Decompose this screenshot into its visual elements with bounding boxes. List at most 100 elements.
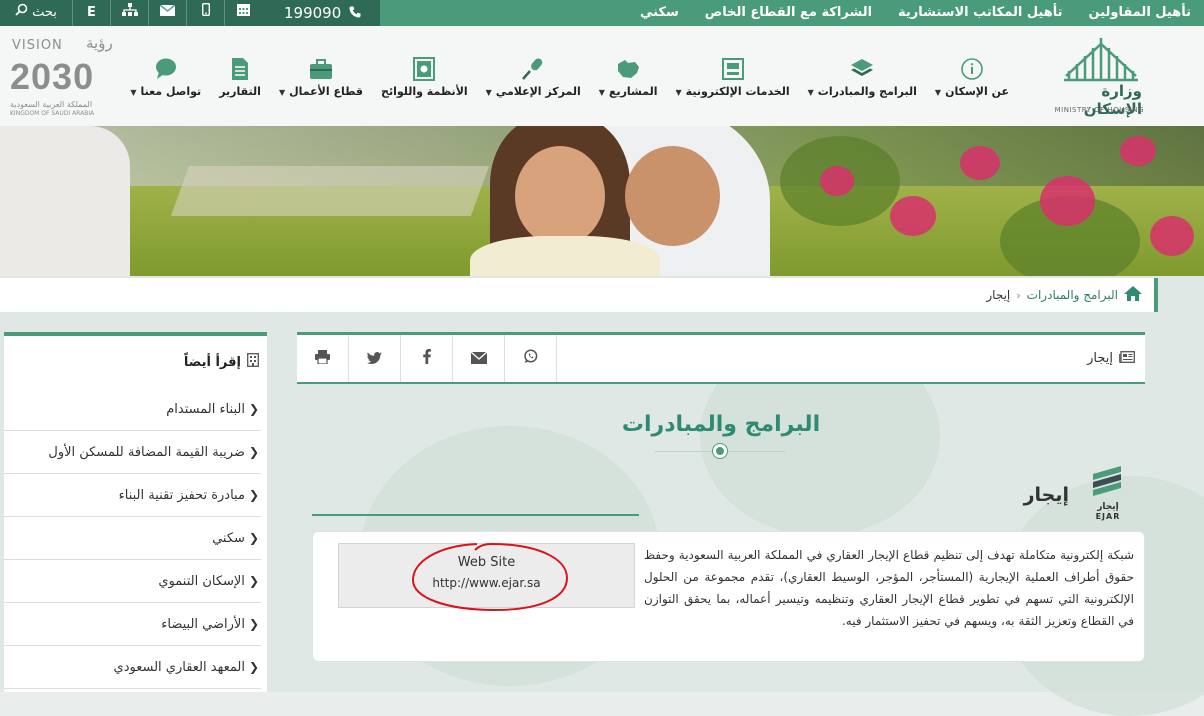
chevron-left-icon: ❮ xyxy=(248,445,259,459)
breadcrumb-link-programs[interactable]: البرامج والمبادرات xyxy=(1027,288,1118,302)
sidebar-item-vat[interactable]: ❮ ضريبة القيمة المضافة للمسكن الأول xyxy=(4,431,261,474)
main-nav: عن الإسكان▼ البرامج والمبادرات▼ الخدمات … xyxy=(121,26,1018,126)
sidebar-item-label: المعهد العقاري السعودي xyxy=(113,659,245,675)
ejar-logo-text-ar: إيجار xyxy=(1097,502,1119,512)
ejar-description: شبكة إلكترونية متكاملة تهدف إلى تنظيم قط… xyxy=(644,548,1134,628)
nav-item-reports[interactable]: التقارير xyxy=(210,26,270,126)
eservices-icon xyxy=(721,56,744,82)
envelope-icon xyxy=(159,0,176,26)
phone-number-text: 199090 xyxy=(284,4,342,22)
nav-item-regulations[interactable]: الأنظمة واللوائح xyxy=(372,26,477,126)
nav-item-contact[interactable]: تواصل معنا▼ xyxy=(121,26,210,126)
top-links: تأهيل المقاولين تأهيل المكاتب الاستشارية… xyxy=(627,0,1204,26)
nav-item-about[interactable]: عن الإسكان▼ xyxy=(926,26,1018,126)
caret-down-icon: ▼ xyxy=(807,88,814,97)
nav-item-eservices[interactable]: الخدمات الإلكترونية▼ xyxy=(667,26,799,126)
caret-down-icon: ▼ xyxy=(485,88,492,97)
whatsapp-share-button[interactable] xyxy=(505,335,557,382)
website-box: Web Site http://www.ejar.sa xyxy=(338,542,635,612)
page-title: البرامج والمبادرات xyxy=(621,412,821,437)
mobile-button[interactable] xyxy=(186,0,224,26)
section-title: إيجار xyxy=(1023,484,1069,506)
envelope-icon xyxy=(470,349,487,368)
top-bar: تأهيل المقاولين تأهيل المكاتب الاستشارية… xyxy=(0,0,1204,26)
nav-item-media[interactable]: المركز الإعلامي▼ xyxy=(477,26,590,126)
sidebar-item-sakani[interactable]: ❮ سكني xyxy=(4,517,261,560)
language-label: E xyxy=(87,5,96,20)
vision-2030-logo[interactable]: VISION رؤية 2030 المملكة العربية السعودي… xyxy=(10,34,120,118)
nav-item-business[interactable]: قطاع الأعمال▼ xyxy=(270,26,372,126)
sidebar-header: إقرأ أيضاً xyxy=(4,336,267,388)
breadcrumb-current: إيجار xyxy=(986,288,1011,302)
building-icon xyxy=(247,353,259,371)
search-icon xyxy=(15,0,28,26)
twitter-share-button[interactable] xyxy=(349,335,401,382)
print-button[interactable] xyxy=(297,335,349,382)
ejar-mark-icon xyxy=(1093,466,1121,496)
email-button[interactable] xyxy=(148,0,186,26)
vision-arabic: رؤية xyxy=(86,34,113,52)
top-link-consulting-offices[interactable]: تأهيل المكاتب الاستشارية xyxy=(885,0,1075,26)
email-share-button[interactable] xyxy=(453,335,505,382)
nav-label-reports: التقارير xyxy=(219,85,261,98)
vision-label: VISION xyxy=(12,38,63,53)
nav-label-eservices: الخدمات الإلكترونية xyxy=(685,85,790,98)
chevron-left-icon: ❮ xyxy=(248,402,259,416)
facebook-share-button[interactable] xyxy=(401,335,453,382)
page-tag-label: إيجار xyxy=(1087,351,1113,366)
briefcase-icon xyxy=(309,56,333,82)
calendar-button[interactable] xyxy=(224,0,262,26)
chevron-left-icon: ❮ xyxy=(248,574,259,588)
ministry-logo[interactable]: وزارة الإسكان MINISTRY OF HOUSING xyxy=(1054,36,1148,120)
caret-down-icon: ▼ xyxy=(278,88,286,97)
chevron-left-icon: ❮ xyxy=(248,660,259,674)
hero-banner-image xyxy=(0,126,1204,276)
ejar-logo-text-en: EJAR xyxy=(1095,512,1121,521)
sidebar-item-sustainable-building[interactable]: ❮ البناء المستدام xyxy=(4,388,261,431)
nav-item-projects[interactable]: المشاريع▼ xyxy=(590,26,667,126)
info-icon xyxy=(961,56,983,82)
caret-down-icon: ▼ xyxy=(598,88,605,97)
breadcrumb: البرامج والمبادرات ‹ إيجار xyxy=(0,278,1158,312)
sidebar-item-building-tech[interactable]: ❮ مبادرة تحفيز تقنية البناء xyxy=(4,474,261,517)
search-label: بحث xyxy=(32,5,57,20)
sidebar-title: إقرأ أيضاً xyxy=(183,354,241,370)
caret-down-icon: ▼ xyxy=(130,88,137,97)
sidebar-item-label: الأراضي البيضاء xyxy=(161,616,245,632)
ministry-name-en: MINISTRY OF HOUSING xyxy=(1054,106,1144,114)
sidebar-item-real-estate-institute[interactable]: ❮ المعهد العقاري السعودي xyxy=(4,646,261,689)
nav-label-programs: البرامج والمبادرات xyxy=(817,85,917,98)
home-icon[interactable] xyxy=(1124,286,1142,304)
phone-number[interactable]: 199090 xyxy=(262,0,361,26)
sitemap-icon xyxy=(121,0,138,26)
sitemap-button[interactable] xyxy=(110,0,148,26)
nav-item-programs[interactable]: البرامج والمبادرات▼ xyxy=(799,26,926,126)
calendar-icon xyxy=(237,0,250,26)
mobile-phone-icon xyxy=(201,0,210,26)
language-button[interactable]: E xyxy=(72,0,110,26)
nav-label-business: قطاع الأعمال xyxy=(289,85,364,98)
caret-down-icon: ▼ xyxy=(675,88,682,97)
chevron-left-icon: ❮ xyxy=(248,531,259,545)
report-document-icon xyxy=(231,56,249,82)
main-content: إيجار البرامج والمبادرات إيجار EJAR إيجا… xyxy=(297,332,1145,692)
top-link-contractors[interactable]: تأهيل المقاولين xyxy=(1076,0,1204,26)
search-button[interactable]: بحث xyxy=(0,0,72,26)
whatsapp-icon xyxy=(523,349,538,368)
facebook-icon xyxy=(422,349,431,368)
microphone-icon xyxy=(521,56,545,82)
chevron-left-icon: ❮ xyxy=(248,488,259,502)
regulations-book-icon xyxy=(413,56,436,82)
top-link-sakani[interactable]: سكني xyxy=(627,0,692,26)
twitter-icon xyxy=(367,349,382,368)
phone-icon xyxy=(349,0,361,26)
sidebar-item-label: الإسكان التنموي xyxy=(158,573,245,589)
top-link-private-sector[interactable]: الشراكة مع القطاع الخاص xyxy=(692,0,885,26)
ejar-logo: إيجار EJAR xyxy=(1091,466,1125,521)
ministry-emblem-icon xyxy=(1064,38,1138,82)
sidebar-item-developmental-housing[interactable]: ❮ الإسكان التنموي xyxy=(4,560,261,603)
page-tag: إيجار xyxy=(1087,335,1135,382)
top-tools: بحث E 199090 xyxy=(0,0,361,26)
sidebar-item-white-lands[interactable]: ❮ الأراضي البيضاء xyxy=(4,603,261,646)
vision-kingdom-ar: المملكة العربية السعودية xyxy=(10,100,93,109)
